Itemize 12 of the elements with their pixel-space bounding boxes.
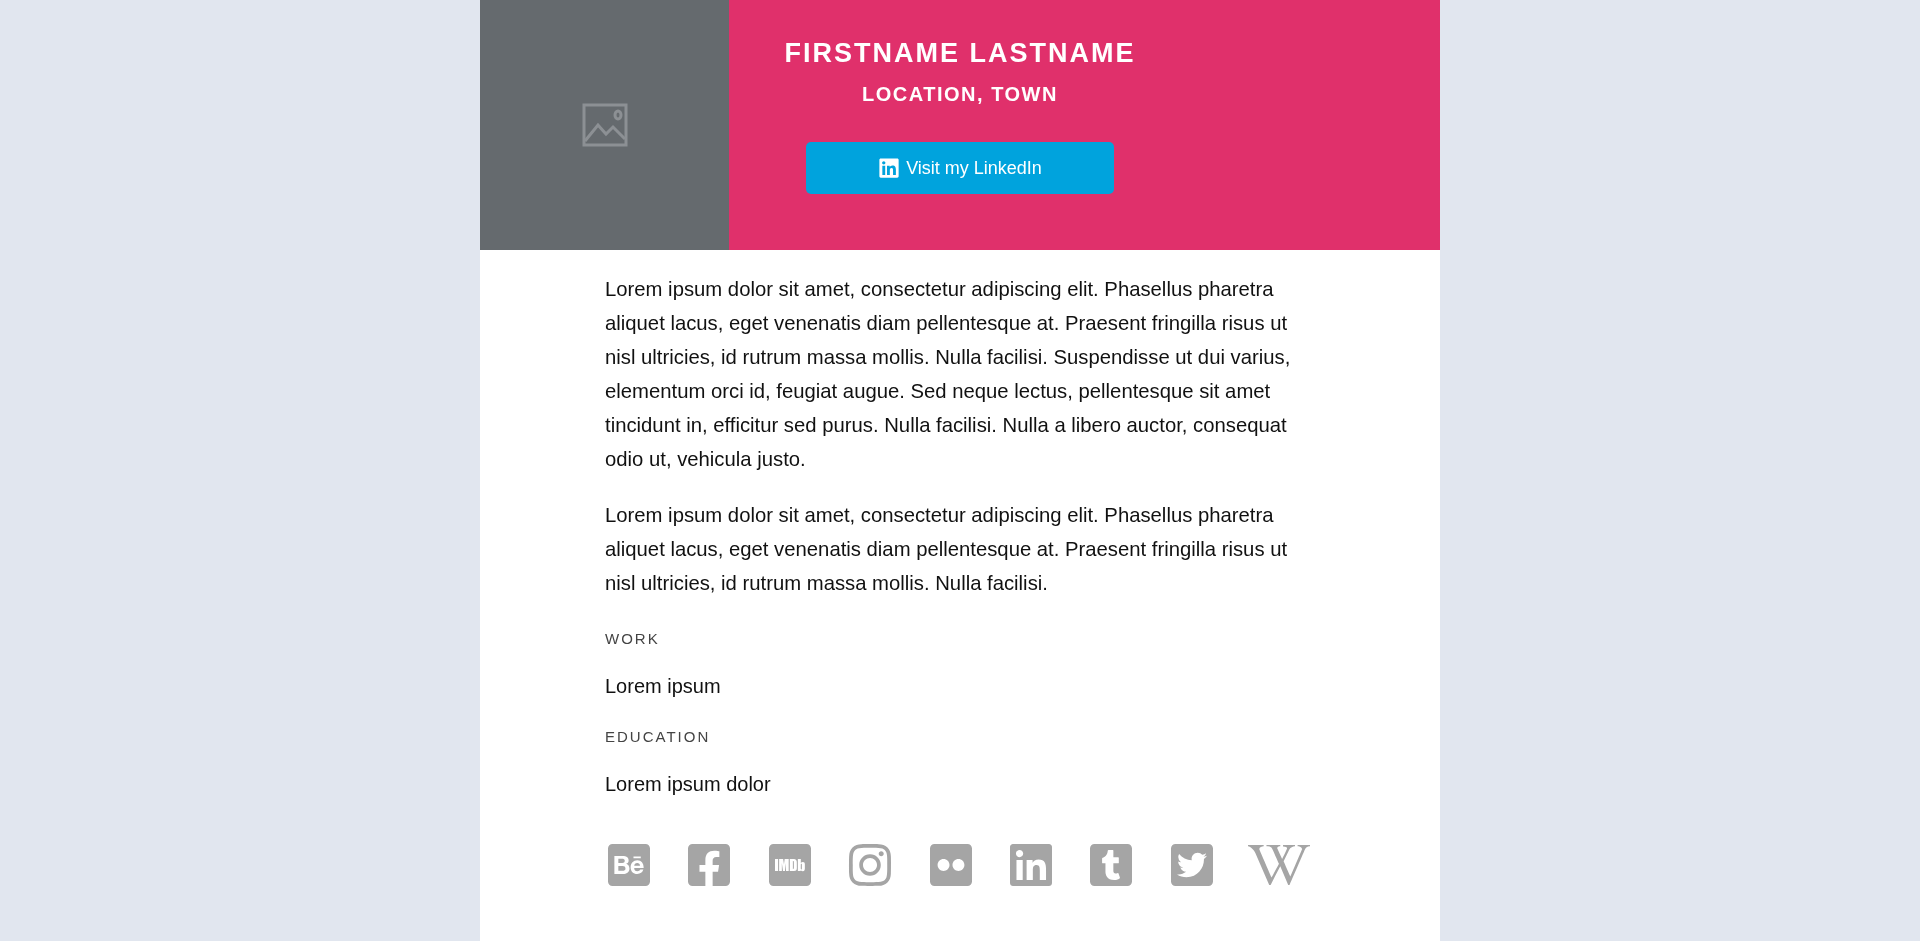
profile-location: LOCATION, TOWN — [862, 83, 1058, 106]
section-label: WORK — [605, 630, 661, 647]
section-label: EDUCATION — [605, 728, 712, 745]
behance-link[interactable] — [605, 841, 653, 889]
section-value: Lorem ipsum dolor — [605, 773, 772, 796]
profile-name: FIRSTNAME LASTNAME — [784, 38, 1136, 69]
bio-paragraph: Lorem ipsum dolor sit amet, consectetur adipiscing elit. Phasellus pharetra aliquet lacus, eget venenatis diam pellentesque at. Praesent fringilla risus ut nisl ultricies, id rutrum massa mollis. Nulla facilisi. — [605, 503, 1289, 596]
linkedin-button[interactable]: Visit my LinkedIn — [806, 142, 1114, 194]
section-value: Lorem ipsum — [605, 675, 722, 698]
bio-paragraph: Lorem ipsum dolor sit amet, consectetur adipiscing elit. Phasellus pharetra aliquet lacus, eget venenatis diam pellentesque at. Praesent fringilla risus ut nisl ultricies, id rutrum massa mollis. Nulla facilisi. Suspendisse ut dui varius, elementum orci id, feugiat augue. Sed neque lectus, pellentesque sit amet tincidunt in, efficitur sed purus. Nulla facilisi. Nulla a libero auctor, consequat odio ut, vehicula justo. — [605, 277, 1292, 472]
image-icon — [581, 103, 628, 147]
linkedin-icon — [878, 157, 901, 179]
